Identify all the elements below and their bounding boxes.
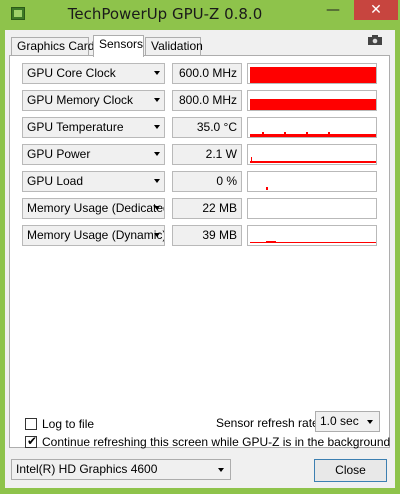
sensor-name-label: GPU Memory Clock bbox=[27, 93, 134, 107]
sensor-graph bbox=[247, 225, 377, 246]
sensor-graph-plot bbox=[250, 157, 376, 163]
sensor-select[interactable]: Memory Usage (Dedicated) bbox=[22, 198, 165, 219]
chevron-down-icon bbox=[154, 152, 160, 156]
chevron-down-icon bbox=[154, 71, 160, 75]
sensor-graph bbox=[247, 117, 377, 138]
chevron-down-icon bbox=[367, 420, 373, 424]
graph-fill bbox=[250, 161, 376, 163]
sensor-value: 22 MB bbox=[172, 198, 242, 219]
sensor-value: 35.0 °C bbox=[172, 117, 242, 138]
sensor-row: GPU Load 0 % bbox=[22, 171, 380, 193]
sensor-graph-plot bbox=[250, 132, 376, 137]
graph-spike bbox=[262, 132, 264, 134]
graph-spike bbox=[251, 157, 252, 161]
window-title: TechPowerUp GPU-Z 0.8.0 bbox=[67, 5, 263, 23]
sensor-name-label: GPU Core Clock bbox=[27, 66, 116, 80]
graph-spike bbox=[266, 187, 268, 190]
continue-refresh-label[interactable]: Continue refreshing this screen while GP… bbox=[42, 435, 390, 449]
close-button[interactable]: Close bbox=[314, 459, 387, 482]
sensor-select[interactable]: Memory Usage (Dynamic) bbox=[22, 225, 165, 246]
sensor-name-label: Memory Usage (Dynamic) bbox=[27, 228, 165, 242]
sensor-select[interactable]: GPU Load bbox=[22, 171, 165, 192]
graph-spike bbox=[306, 132, 308, 134]
client-area: Graphics Card Sensors Validation GPU Cor… bbox=[5, 30, 395, 488]
sensor-row: GPU Memory Clock 800.0 MHz bbox=[22, 90, 380, 112]
sensor-name-label: GPU Power bbox=[27, 147, 91, 161]
gpu-select-value: Intel(R) HD Graphics 4600 bbox=[16, 462, 158, 476]
sensor-value: 39 MB bbox=[172, 225, 242, 246]
log-to-file-checkbox[interactable] bbox=[25, 418, 37, 430]
sensor-row: GPU Power 2.1 W bbox=[22, 144, 380, 166]
sensor-select[interactable]: GPU Core Clock bbox=[22, 63, 165, 84]
sensor-graph-plot bbox=[250, 67, 376, 83]
sensor-graph-plot bbox=[266, 187, 268, 190]
sensor-row: GPU Core Clock 600.0 MHz bbox=[22, 63, 380, 85]
sensor-select[interactable]: GPU Memory Clock bbox=[22, 90, 165, 111]
sensor-graph bbox=[247, 144, 377, 165]
continue-refresh-checkbox[interactable]: ✔ bbox=[25, 434, 38, 448]
refresh-rate-value: 1.0 sec bbox=[320, 414, 359, 428]
graph-fill bbox=[250, 99, 376, 110]
app-window: TechPowerUp GPU-Z 0.8.0 — ✕ Graphics Car… bbox=[0, 0, 400, 494]
refresh-rate-select[interactable]: 1.0 sec bbox=[315, 411, 380, 432]
sensor-graph bbox=[247, 198, 377, 219]
log-to-file-label[interactable]: Log to file bbox=[42, 417, 94, 431]
tab-validation[interactable]: Validation bbox=[145, 37, 203, 56]
camera-icon[interactable] bbox=[368, 35, 382, 45]
chevron-down-icon bbox=[218, 468, 224, 472]
gpu-select[interactable]: Intel(R) HD Graphics 4600 bbox=[11, 459, 231, 480]
graph-fill bbox=[250, 67, 376, 83]
tab-sensors[interactable]: Sensors bbox=[93, 35, 144, 57]
sensor-graph bbox=[247, 171, 377, 192]
sensor-value: 800.0 MHz bbox=[172, 90, 242, 111]
graph-spike bbox=[266, 241, 276, 243]
sensor-name-label: Memory Usage (Dedicated) bbox=[27, 201, 165, 215]
sensor-row: Memory Usage (Dedicated) 22 MB bbox=[22, 198, 380, 220]
sensor-name-label: GPU Temperature bbox=[27, 120, 124, 134]
sensor-graph-plot bbox=[250, 99, 376, 110]
graph-spike bbox=[328, 132, 330, 134]
graph-spike bbox=[284, 132, 286, 134]
chevron-down-icon bbox=[154, 98, 160, 102]
chevron-down-icon bbox=[154, 179, 160, 183]
sensors-panel: GPU Core Clock 600.0 MHz GPU Memory Cloc… bbox=[9, 55, 390, 449]
sensor-name-label: GPU Load bbox=[27, 174, 84, 188]
sensor-select[interactable]: GPU Temperature bbox=[22, 117, 165, 138]
minimize-button[interactable]: — bbox=[320, 0, 346, 20]
chevron-down-icon bbox=[154, 233, 160, 237]
sensor-value: 600.0 MHz bbox=[172, 63, 242, 84]
sensor-value: 0 % bbox=[172, 171, 242, 192]
sensor-graph bbox=[247, 90, 377, 111]
window-close-button[interactable]: ✕ bbox=[354, 0, 398, 20]
sensor-graph-plot bbox=[250, 241, 376, 243]
tab-graphics-card[interactable]: Graphics Card bbox=[11, 37, 94, 56]
graph-fill bbox=[250, 134, 376, 137]
checkmark-icon: ✔ bbox=[27, 434, 38, 448]
refresh-rate-label: Sensor refresh rate: bbox=[216, 416, 323, 430]
sensor-row: GPU Temperature 35.0 °C bbox=[22, 117, 380, 139]
chevron-down-icon bbox=[154, 125, 160, 129]
chevron-down-icon bbox=[154, 206, 160, 210]
title-bar[interactable]: TechPowerUp GPU-Z 0.8.0 — ✕ bbox=[0, 0, 400, 30]
sensor-value: 2.1 W bbox=[172, 144, 242, 165]
sensor-graph bbox=[247, 63, 377, 84]
sensor-select[interactable]: GPU Power bbox=[22, 144, 165, 165]
sensor-row: Memory Usage (Dynamic) 39 MB bbox=[22, 225, 380, 247]
